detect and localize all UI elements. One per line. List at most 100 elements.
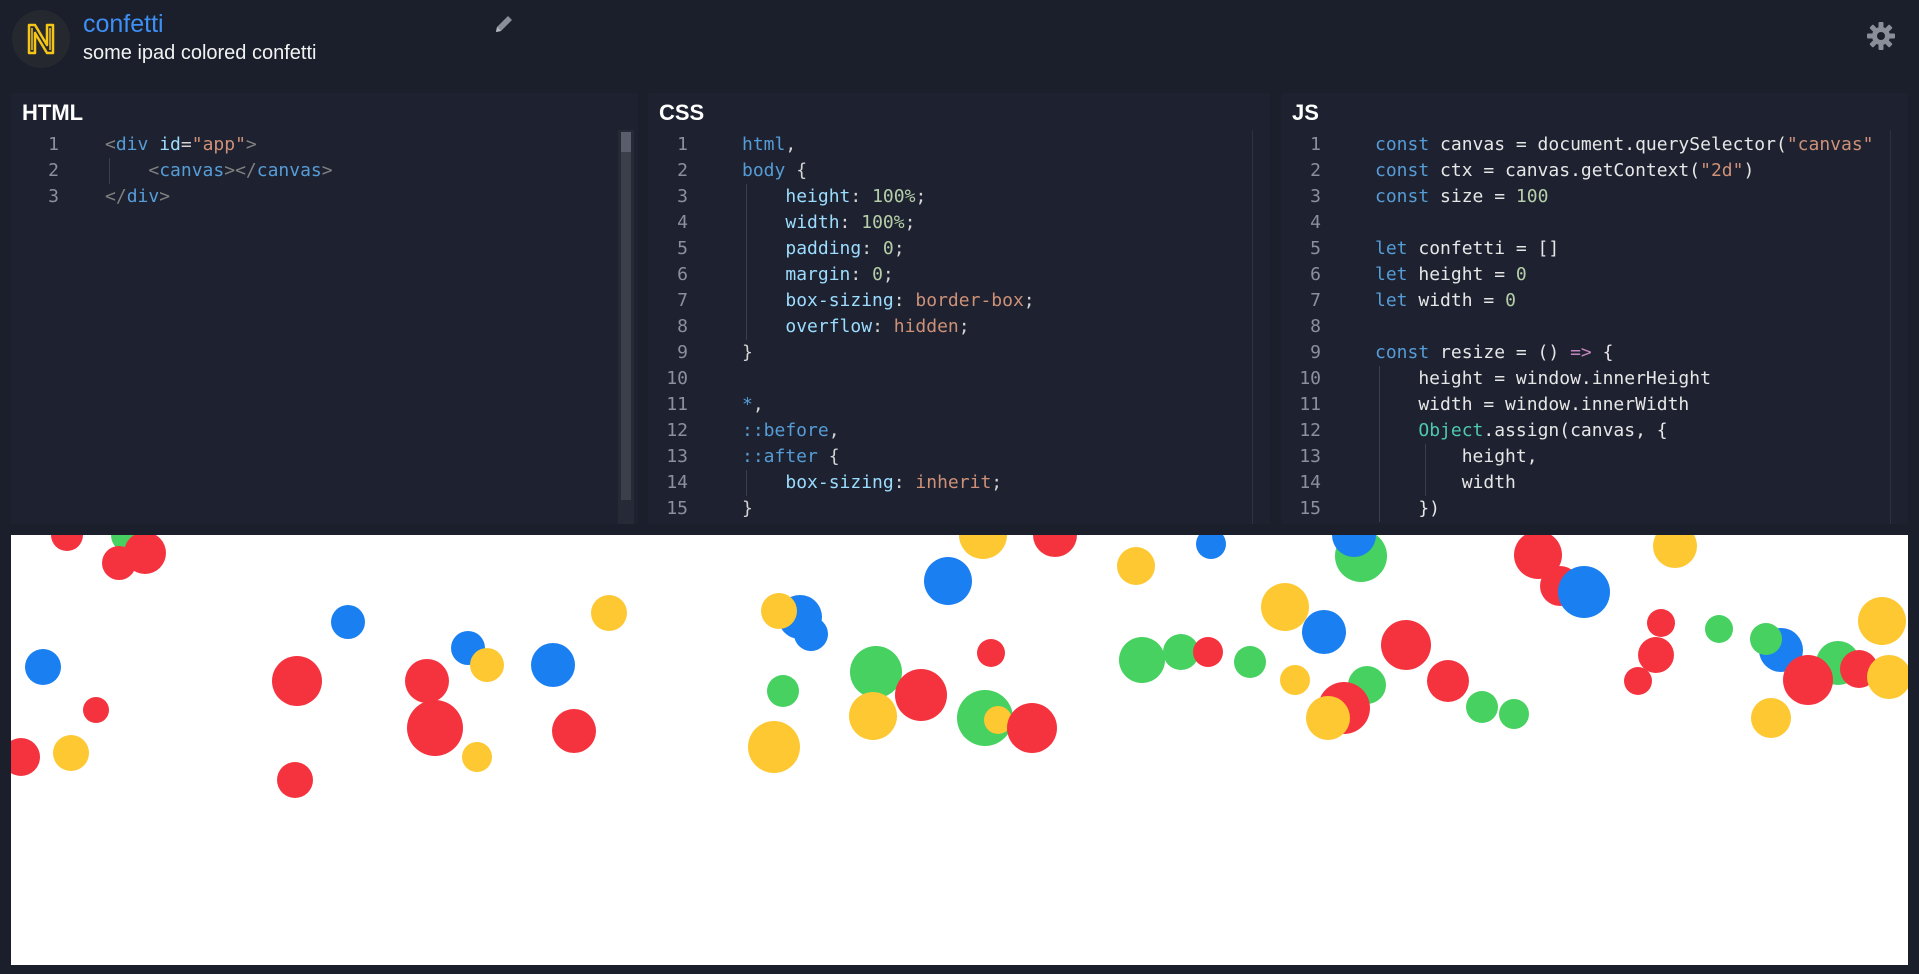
indent-guide (746, 184, 747, 340)
code-line[interactable]: 11 *, (648, 392, 1270, 418)
code-line[interactable]: 13 height, (1281, 444, 1908, 470)
code-line[interactable]: 6 let height = 0 (1281, 262, 1908, 288)
code-line[interactable]: 14 box-sizing: inherit; (648, 470, 1270, 496)
line-number: 7 (1310, 290, 1321, 311)
line-number: 2 (1310, 160, 1321, 181)
line-number: 11 (666, 394, 688, 415)
code-text: height, (1375, 446, 1538, 467)
line-number: 11 (1299, 394, 1321, 415)
line-number: 15 (1299, 498, 1321, 519)
code-line[interactable]: 7 let width = 0 (1281, 288, 1908, 314)
code-text: height: 100%; (785, 186, 927, 207)
js-editor[interactable]: 1 const canvas = document.querySelector("… (1281, 130, 1908, 524)
pen-title[interactable]: confetti (83, 10, 164, 39)
code-line[interactable]: 3 const size = 100 (1281, 184, 1908, 210)
code-line[interactable]: 9 const resize = () => { (1281, 340, 1908, 366)
line-number: 8 (1310, 316, 1321, 337)
code-line[interactable]: 3 </div> (11, 184, 638, 210)
line-number: 1 (48, 134, 59, 155)
code-line[interactable]: 3 height: 100%; (648, 184, 1270, 210)
html-editor[interactable]: 1 <div id="app"> 2 <canvas></canvas> 3 </div… (11, 130, 638, 524)
css-editor[interactable]: 1 html, 2 body {3 height: 100%; 4 width: 100… (648, 130, 1270, 524)
code-text: const size = 100 (1375, 186, 1549, 207)
preview-canvas[interactable] (11, 535, 1908, 965)
edit-pencil-icon[interactable] (492, 12, 516, 36)
confetti-dot-yellow (1261, 583, 1309, 631)
code-text: ::after { (742, 446, 840, 467)
code-text: const canvas = document.querySelector("c… (1375, 134, 1874, 155)
code-line[interactable]: 2 body { (648, 158, 1270, 184)
confetti-dot-yellow (470, 648, 504, 682)
confetti-dot-green (1119, 637, 1165, 683)
code-text: padding: 0; (785, 238, 905, 259)
code-text: Object.assign(canvas, { (1418, 420, 1668, 441)
code-line[interactable]: 7 box-sizing: border-box; (648, 288, 1270, 314)
settings-gear-icon[interactable] (1865, 20, 1897, 52)
code-line[interactable]: 14 width (1281, 470, 1908, 496)
confetti-dot-yellow (1867, 655, 1908, 699)
confetti-dot-blue (331, 605, 365, 639)
confetti-dot-red (1647, 609, 1675, 637)
html-panel-title: HTML (22, 100, 84, 125)
confetti-dot-red (51, 535, 83, 551)
code-line[interactable]: 4 (1281, 210, 1908, 236)
html-scroll-thumb[interactable] (621, 132, 631, 152)
line-number: 1 (1310, 134, 1321, 155)
n-logo-icon (27, 23, 55, 55)
code-text: width = window.innerWidth (1375, 394, 1690, 415)
code-line[interactable]: 2 <canvas></canvas> (11, 158, 638, 184)
confetti-dot-blue (1302, 610, 1346, 654)
confetti-dot-yellow (959, 535, 1007, 559)
confetti-dot-yellow (1117, 547, 1155, 585)
js-panel: JS 1 const canvas = document.querySelecto… (1281, 93, 1908, 524)
line-number: 5 (677, 238, 688, 259)
line-number: 13 (666, 446, 688, 467)
html-scrollbar[interactable] (618, 130, 634, 524)
code-line[interactable]: 10 (648, 366, 1270, 392)
confetti-dot-yellow (1306, 696, 1350, 740)
code-text: box-sizing: border-box; (785, 290, 1035, 311)
code-line[interactable]: 1 <div id="app"> (11, 132, 638, 158)
code-text: } (742, 342, 753, 363)
code-line[interactable]: 15 }) (1281, 496, 1908, 522)
code-text: ::before, (742, 420, 840, 441)
code-line[interactable]: 6 margin: 0; (648, 262, 1270, 288)
code-line[interactable]: 2 const ctx = canvas.getContext("2d") (1281, 158, 1908, 184)
code-line[interactable]: 4 width: 100%; (648, 210, 1270, 236)
code-line[interactable]: 15} (648, 496, 1270, 522)
code-text: overflow: hidden; (785, 316, 970, 337)
code-line[interactable]: 5 padding: 0; (648, 236, 1270, 262)
code-text: } (742, 498, 753, 519)
confetti-dot-red (405, 659, 449, 703)
code-line[interactable]: 13::after { (648, 444, 1270, 470)
app-logo[interactable] (12, 10, 70, 68)
indent-guide (109, 158, 110, 184)
code-line[interactable]: 12::before, (648, 418, 1270, 444)
code-line[interactable]: 1 const canvas = document.querySelector("… (1281, 132, 1908, 158)
code-text: box-sizing: inherit; (785, 472, 1003, 493)
confetti-dot-yellow (849, 692, 897, 740)
code-line[interactable]: 11 width = window.innerWidth (1281, 392, 1908, 418)
confetti-dot-yellow (1653, 535, 1697, 568)
code-line[interactable]: 1 html, (648, 132, 1270, 158)
code-text: let height = 0 (1375, 264, 1527, 285)
line-number: 15 (666, 498, 688, 519)
code-line[interactable]: 10 height = window.innerHeight (1281, 366, 1908, 392)
code-line[interactable]: 8 (1281, 314, 1908, 340)
code-text: }) (1375, 498, 1441, 519)
line-number: 14 (666, 472, 688, 493)
code-line[interactable]: 5 let confetti = [] (1281, 236, 1908, 262)
confetti-dot-yellow (761, 593, 797, 629)
code-text: body { (742, 160, 808, 181)
css-scrollbar[interactable] (1252, 130, 1269, 524)
code-text: const ctx = canvas.getContext("2d") (1375, 160, 1755, 181)
js-scrollbar[interactable] (1890, 130, 1907, 524)
code-line[interactable]: 9} (648, 340, 1270, 366)
css-panel-title: CSS (659, 100, 705, 125)
code-text: <div id="app"> (105, 134, 257, 155)
code-line[interactable]: 12 Object.assign(canvas, { (1281, 418, 1908, 444)
line-number: 5 (1310, 238, 1321, 259)
indent-guide (1425, 444, 1426, 496)
code-line[interactable]: 8 overflow: hidden; (648, 314, 1270, 340)
js-panel-title: JS (1292, 100, 1319, 125)
